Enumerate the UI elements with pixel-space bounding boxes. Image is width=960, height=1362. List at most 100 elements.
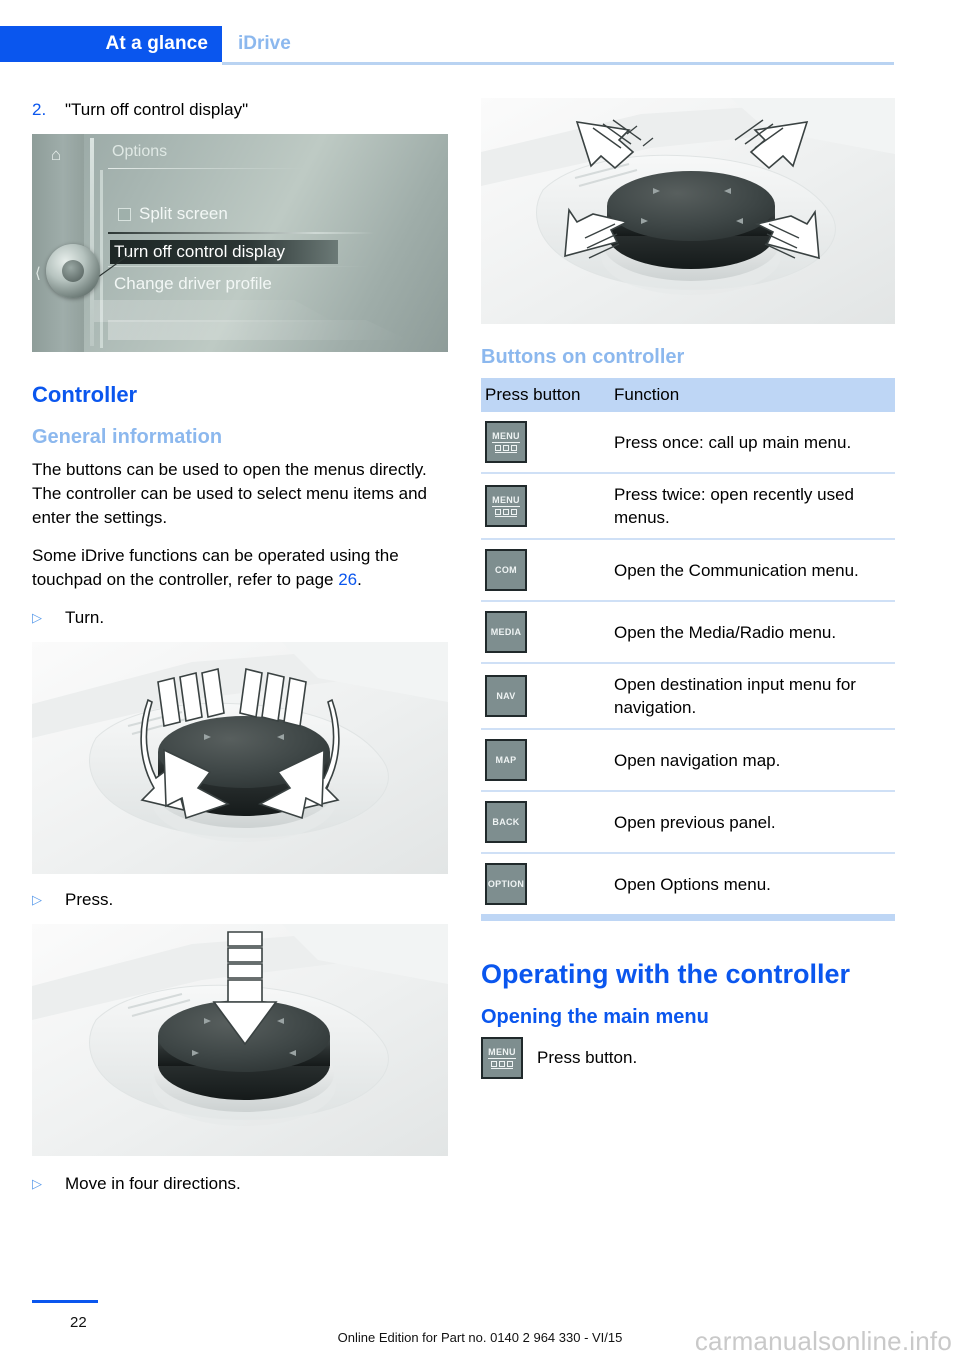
table-header-function: Function <box>610 378 895 412</box>
bullet-triangle-icon: ▷ <box>32 892 42 907</box>
controller-press-photo <box>32 924 448 1156</box>
buttons-on-controller-table: Press button Function MENU Press once: ca… <box>481 378 895 914</box>
table-bottom-rule <box>481 914 895 921</box>
idrive-screen-title: Options <box>112 143 168 160</box>
table-cell-function: Open previous panel. <box>610 790 895 853</box>
right-column: Buttons on controller Press button Funct… <box>481 98 895 1079</box>
watermark: carmanualsonline.info <box>694 1326 952 1356</box>
header-rule <box>222 62 894 65</box>
table-cell-button: MENU <box>481 472 610 539</box>
bullet-label: Press. <box>65 890 114 909</box>
idrive-item-turn-off-control-display[interactable]: Turn off control display <box>110 240 338 264</box>
step-label: "Turn off control display" <box>65 100 249 119</box>
table-cell-button: NAV <box>481 662 610 729</box>
option-button-icon[interactable]: OPTION <box>485 863 527 905</box>
subsection-title-buttons-on-controller: Buttons on controller <box>481 346 685 368</box>
idrive-title-rule <box>108 168 304 169</box>
table-cell-function: Open destination input menu for navigati… <box>610 662 895 729</box>
controller-turn-photo <box>32 642 448 874</box>
table-row: COM Open the Communication menu. <box>481 538 895 601</box>
menu-button-dots-icon <box>491 1061 513 1069</box>
menu-button-icon[interactable]: MENU <box>481 1037 523 1079</box>
page-footer: 22 Online Edition for Part no. 0140 2 96… <box>0 1290 960 1362</box>
table-row: MENU Press once: call up main menu. <box>481 412 895 473</box>
menu-button-dots-icon <box>495 445 517 453</box>
paragraph-touchpad-suffix: . <box>357 570 362 589</box>
subsection-title-opening-the-main-menu: Opening the main menu <box>481 1006 709 1028</box>
section-title-controller: Controller <box>32 382 138 407</box>
section-title-operating-with-the-controller: Operating with the controller <box>481 959 851 989</box>
header-tab-at-a-glance[interactable]: At a glance <box>0 26 222 62</box>
page-reference-link[interactable]: 26 <box>338 570 357 589</box>
button-key-label: MAP <box>495 755 517 765</box>
table-cell-button: OPTION <box>481 852 610 914</box>
com-button-icon[interactable]: COM <box>485 549 527 591</box>
media-button-icon[interactable]: MEDIA <box>485 611 527 653</box>
bullet-label: Move in four directions. <box>65 1174 241 1193</box>
table-cell-function: Open navigation map. <box>610 728 895 791</box>
table-cell-button: MAP <box>481 728 610 791</box>
bullet-turn: ▷ Turn. <box>32 606 448 630</box>
idrive-reflection-upper <box>94 300 334 322</box>
controller-knob-illustration <box>46 244 100 298</box>
button-key-label: OPTION <box>487 879 525 889</box>
footer-rule <box>32 1300 98 1303</box>
bullet-label: Turn. <box>65 608 105 627</box>
idrive-item-change-driver-profile[interactable]: Change driver profile <box>114 274 272 294</box>
header-tab-idrive[interactable]: iDrive <box>238 26 291 62</box>
table-cell-button: BACK <box>481 790 610 853</box>
idrive-item-label: Split screen <box>139 204 228 223</box>
menu-instruction-label: Press button. <box>537 1048 638 1067</box>
home-icon: ⌂ <box>50 145 62 164</box>
table-row: BACK Open previous panel. <box>481 790 895 853</box>
table-header-row: Press button Function <box>481 378 895 412</box>
menu-instruction-row: MENU Press button. <box>481 1037 895 1079</box>
button-key-label: MENU <box>492 431 520 443</box>
bullet-triangle-icon: ▷ <box>32 1176 42 1191</box>
controller-move-four-directions-photo <box>481 98 895 324</box>
checkbox-icon[interactable] <box>118 207 131 221</box>
table-row: MENU Press twice: open recently used menu… <box>481 472 895 539</box>
bullet-triangle-icon: ▷ <box>32 610 42 625</box>
menu-button-icon[interactable]: MENU <box>485 485 527 527</box>
bullet-press: ▷ Press. <box>32 888 448 912</box>
menu-button-dots-icon <box>495 509 517 517</box>
idrive-item-rule <box>108 232 374 234</box>
idrive-divider <box>90 138 94 346</box>
idrive-item-split-screen[interactable]: Split screen <box>118 204 228 224</box>
table-cell-button: MENU <box>481 412 610 473</box>
button-key-label: NAV <box>496 691 516 701</box>
table-row: NAV Open destination input menu for navig… <box>481 662 895 729</box>
chevron-left-icon[interactable]: ⟨ <box>35 264 41 282</box>
idrive-item-rule-2 <box>108 266 370 267</box>
left-column: 2. "Turn off control display" ⌂ Options … <box>32 98 448 1208</box>
manual-page: At a glance iDrive 2. "Turn off control … <box>0 0 960 1362</box>
idrive-item-label: Turn off control display <box>114 242 286 261</box>
back-button-icon[interactable]: BACK <box>485 801 527 843</box>
button-key-label: MEDIA <box>490 627 522 637</box>
table-cell-function: Open Options menu. <box>610 852 895 914</box>
map-button-icon[interactable]: MAP <box>485 739 527 781</box>
table-cell-function: Press once: call up main menu. <box>614 432 852 452</box>
paragraph-buttons-usage: The buttons can be used to open the menu… <box>32 460 427 527</box>
page-header: At a glance iDrive <box>0 26 960 65</box>
table-cell-function: Open the Communication menu. <box>610 538 895 601</box>
table-cell-button: MEDIA <box>481 600 610 663</box>
table-cell-function: Open the Media/Radio menu. <box>610 600 895 663</box>
subsection-title-general-information: General information <box>32 426 223 448</box>
bullet-move-four-directions: ▷ Move in four directions. <box>32 1172 448 1196</box>
paragraph-touchpad: Some iDrive functions can be operated us… <box>32 544 448 592</box>
table-cell-button: COM <box>481 538 610 601</box>
menu-button-icon[interactable]: MENU <box>485 421 527 463</box>
idrive-left-rail <box>32 134 84 352</box>
idrive-reflection-lower <box>108 320 408 340</box>
table-row: MEDIA Open the Media/Radio menu. <box>481 600 895 663</box>
idrive-options-screen: ⌂ Options Split screen Turn off control … <box>32 134 448 352</box>
button-key-label: COM <box>495 565 517 575</box>
nav-button-icon[interactable]: NAV <box>485 675 527 717</box>
step-number: 2. <box>32 100 47 119</box>
button-key-label: BACK <box>492 817 520 827</box>
table-header-press-button: Press button <box>481 378 610 412</box>
page-number: 22 <box>70 1314 87 1331</box>
table-cell-function: Press twice: open recently used menus. <box>610 472 895 539</box>
